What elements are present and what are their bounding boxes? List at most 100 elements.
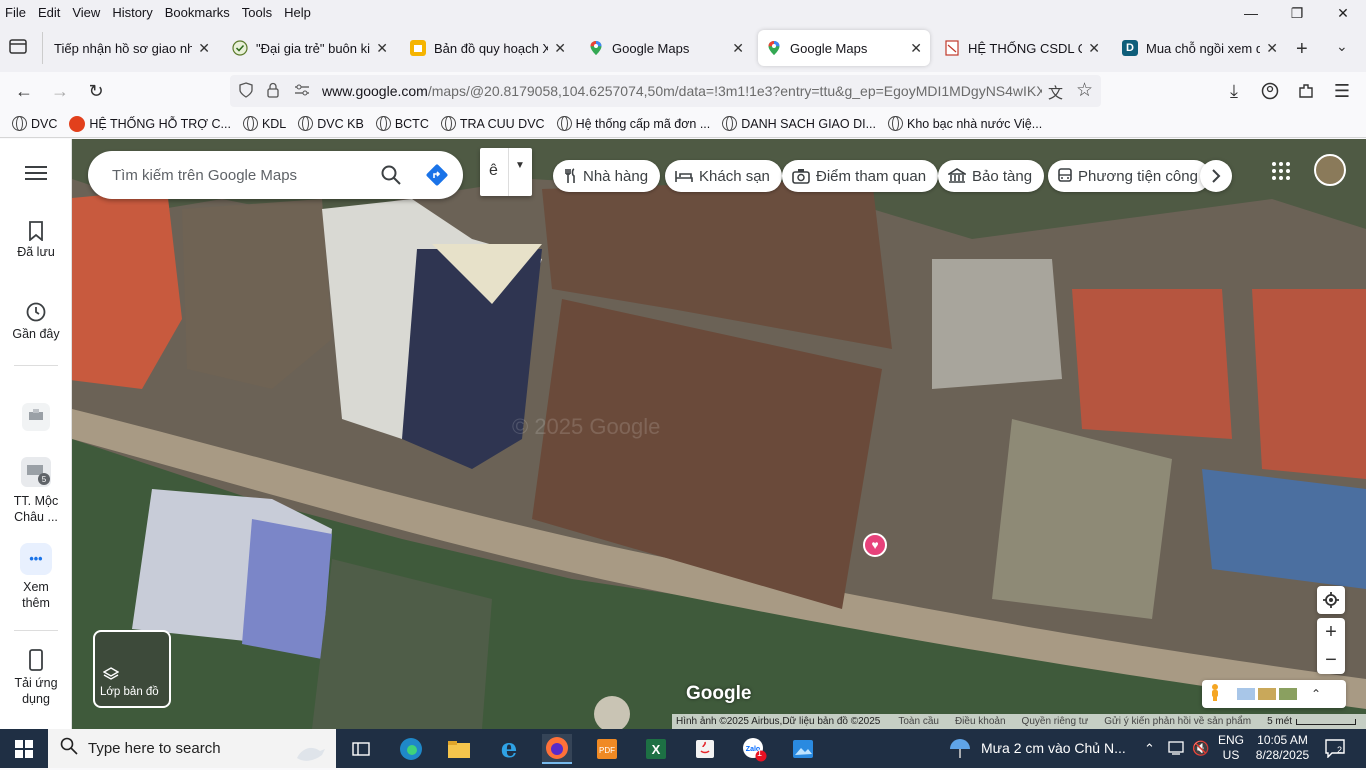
bookmark-item[interactable]: DVC [12,116,57,131]
menu-history[interactable]: History [106,5,158,20]
bookmark-item[interactable]: KDL [243,116,286,131]
windows-start-icon[interactable] [9,734,39,764]
imagery-thumb-icon[interactable] [1237,688,1255,700]
clock[interactable]: 10:05 AM 8/28/2025 [1255,733,1310,763]
notification-center-icon[interactable]: 2 [1324,738,1346,763]
java-icon[interactable] [690,734,720,764]
bookmark-item[interactable]: HỆ THỐNG HỖ TRỢ C... [69,116,231,132]
translate-icon[interactable]: 文 [1048,82,1063,103]
excel-icon[interactable]: X [641,734,671,764]
photos-icon[interactable] [788,734,818,764]
permissions-icon[interactable] [294,83,318,100]
internet-explorer-icon[interactable]: e [494,734,524,764]
privacy-link[interactable]: Quyền riêng tư [1022,716,1089,727]
search-icon[interactable] [371,165,411,185]
tab-1[interactable]: Tiếp nhận hồ sơ giao nhận ✕ [46,30,218,66]
recent-place-mocchau[interactable]: 5 TT. Mộc Châu ... [0,455,72,525]
account-icon[interactable] [1258,79,1282,103]
chips-next-chevron-icon[interactable] [1200,160,1232,192]
tab-7[interactable]: D Mua chỗ ngồi xem diễ ✕ [1114,30,1286,66]
input-method-dropdown[interactable]: ê ▼ [480,148,532,196]
layers-button[interactable]: Lớp bản đồ [93,630,171,708]
tray-overflow-chevron-icon[interactable]: ⌃ [1144,741,1155,757]
tab-3[interactable]: Bản đồ quy hoạch Xã E ✕ [402,30,574,66]
list-all-tabs-icon[interactable] [8,38,28,61]
pdf-app-icon[interactable]: PDF [592,734,622,764]
back-arrow-icon[interactable]: ← [12,79,36,103]
edge-icon[interactable] [396,734,426,764]
zoom-in-button[interactable]: + [1325,618,1337,646]
tab-2[interactable]: "Đại gia trẻ" buôn kim ✕ [224,30,396,66]
search-input[interactable]: Tìm kiếm trên Google Maps [88,167,371,184]
bookmark-item[interactable]: Kho bạc nhà nước Việ... [888,116,1042,131]
volume-muted-icon[interactable]: 🔇 [1192,740,1209,757]
bookmark-item[interactable]: DVC KB [298,116,364,131]
zoom-out-button[interactable]: − [1325,646,1337,674]
weather-rain-icon[interactable] [948,737,972,766]
network-icon[interactable] [1168,740,1186,761]
menu-help[interactable]: Help [278,5,317,20]
my-location-icon[interactable] [1317,586,1345,614]
maps-search-box[interactable]: Tìm kiếm trên Google Maps [88,151,463,199]
new-tab-plus-icon[interactable]: + [1296,38,1308,61]
more-button[interactable]: ••• Xem thêm [0,543,72,611]
chip-museums[interactable]: Bảo tàng [938,160,1044,192]
firefox-icon[interactable] [542,734,572,764]
tab-close-icon[interactable]: ✕ [732,40,744,57]
download-app-button[interactable]: Tải ứng dụng [0,649,72,707]
minimize-button[interactable]: — [1228,0,1274,26]
chip-hotels[interactable]: Khách sạn [665,160,782,192]
recent-button[interactable]: Gần đây [0,301,72,341]
imagery-thumb-icon[interactable] [1279,688,1297,700]
saved-place-heart-icon[interactable]: ♥ [863,533,887,557]
menu-bookmarks[interactable]: Bookmarks [159,5,236,20]
chip-transit[interactable]: Phương tiện công [1048,160,1210,192]
file-explorer-icon[interactable] [444,734,474,764]
bookmark-item[interactable]: BCTC [376,116,429,131]
pegman-icon[interactable] [1209,683,1221,706]
menu-edit[interactable]: Edit [32,5,66,20]
task-view-icon[interactable] [346,734,376,764]
menu-file[interactable]: File [0,5,32,20]
tab-close-icon[interactable]: ✕ [1266,40,1278,57]
forward-arrow-icon[interactable]: → [48,79,72,103]
zalo-icon[interactable]: Zalo1 [739,734,769,764]
menu-hamburger-icon[interactable] [0,165,72,184]
avatar[interactable] [1314,154,1346,186]
apps-grid-icon[interactable] [1271,161,1291,186]
chip-attractions[interactable]: Điểm tham quan [782,160,938,192]
tab-5-active[interactable]: Google Maps ✕ [758,30,930,66]
recent-place-thumb[interactable] [0,401,72,437]
bookmark-item[interactable]: TRA CUU DVC [441,116,545,131]
extensions-icon[interactable] [1294,79,1318,103]
reload-icon[interactable]: ↻ [84,79,108,103]
menu-tools[interactable]: Tools [236,5,278,20]
bookmark-item[interactable]: Hệ thống cấp mã đơn ... [557,116,711,131]
tab-close-icon[interactable]: ✕ [910,40,922,57]
tab-overflow-chevron-icon[interactable]: ⌄ [1336,38,1348,55]
input-language[interactable]: ENG US [1218,733,1244,763]
restore-button[interactable]: ❐ [1274,0,1320,26]
app-menu-icon[interactable]: ☰ [1330,79,1354,103]
tab-close-icon[interactable]: ✕ [1088,40,1100,57]
tab-close-icon[interactable]: ✕ [376,40,388,57]
bookmark-star-icon[interactable]: ☆ [1076,79,1093,102]
imagery-thumb-icon[interactable] [1258,688,1276,700]
chip-restaurants[interactable]: Nhà hàng [553,160,660,192]
tab-4[interactable]: Google Maps ✕ [580,30,752,66]
terms-link[interactable]: Điều khoản [955,716,1006,727]
map-canvas[interactable]: © 2025 Google Tìm kiếm trên Google Maps … [72,139,1366,729]
taskbar-search-box[interactable]: Type here to search [48,729,336,768]
downloads-icon[interactable]: ⤓ [1222,79,1246,103]
url-bar[interactable]: www.google.com/maps/@20.8179058,104.6257… [230,75,1101,107]
tab-close-icon[interactable]: ✕ [554,40,566,57]
tab-close-icon[interactable]: ✕ [198,40,210,57]
bookmark-item[interactable]: DANH SACH GIAO DI... [722,116,876,131]
menu-view[interactable]: View [66,5,106,20]
weather-text[interactable]: Mưa 2 cm vào Chủ N... [981,740,1126,756]
saved-button[interactable]: Đã lưu [0,221,72,259]
global-link[interactable]: Toàn cầu [898,716,939,727]
close-window-button[interactable]: ✕ [1320,0,1366,26]
expand-up-chevron-icon[interactable]: ⌃ [1311,687,1321,701]
feedback-link[interactable]: Gửi ý kiến phản hồi về sản phẩm [1104,716,1251,727]
